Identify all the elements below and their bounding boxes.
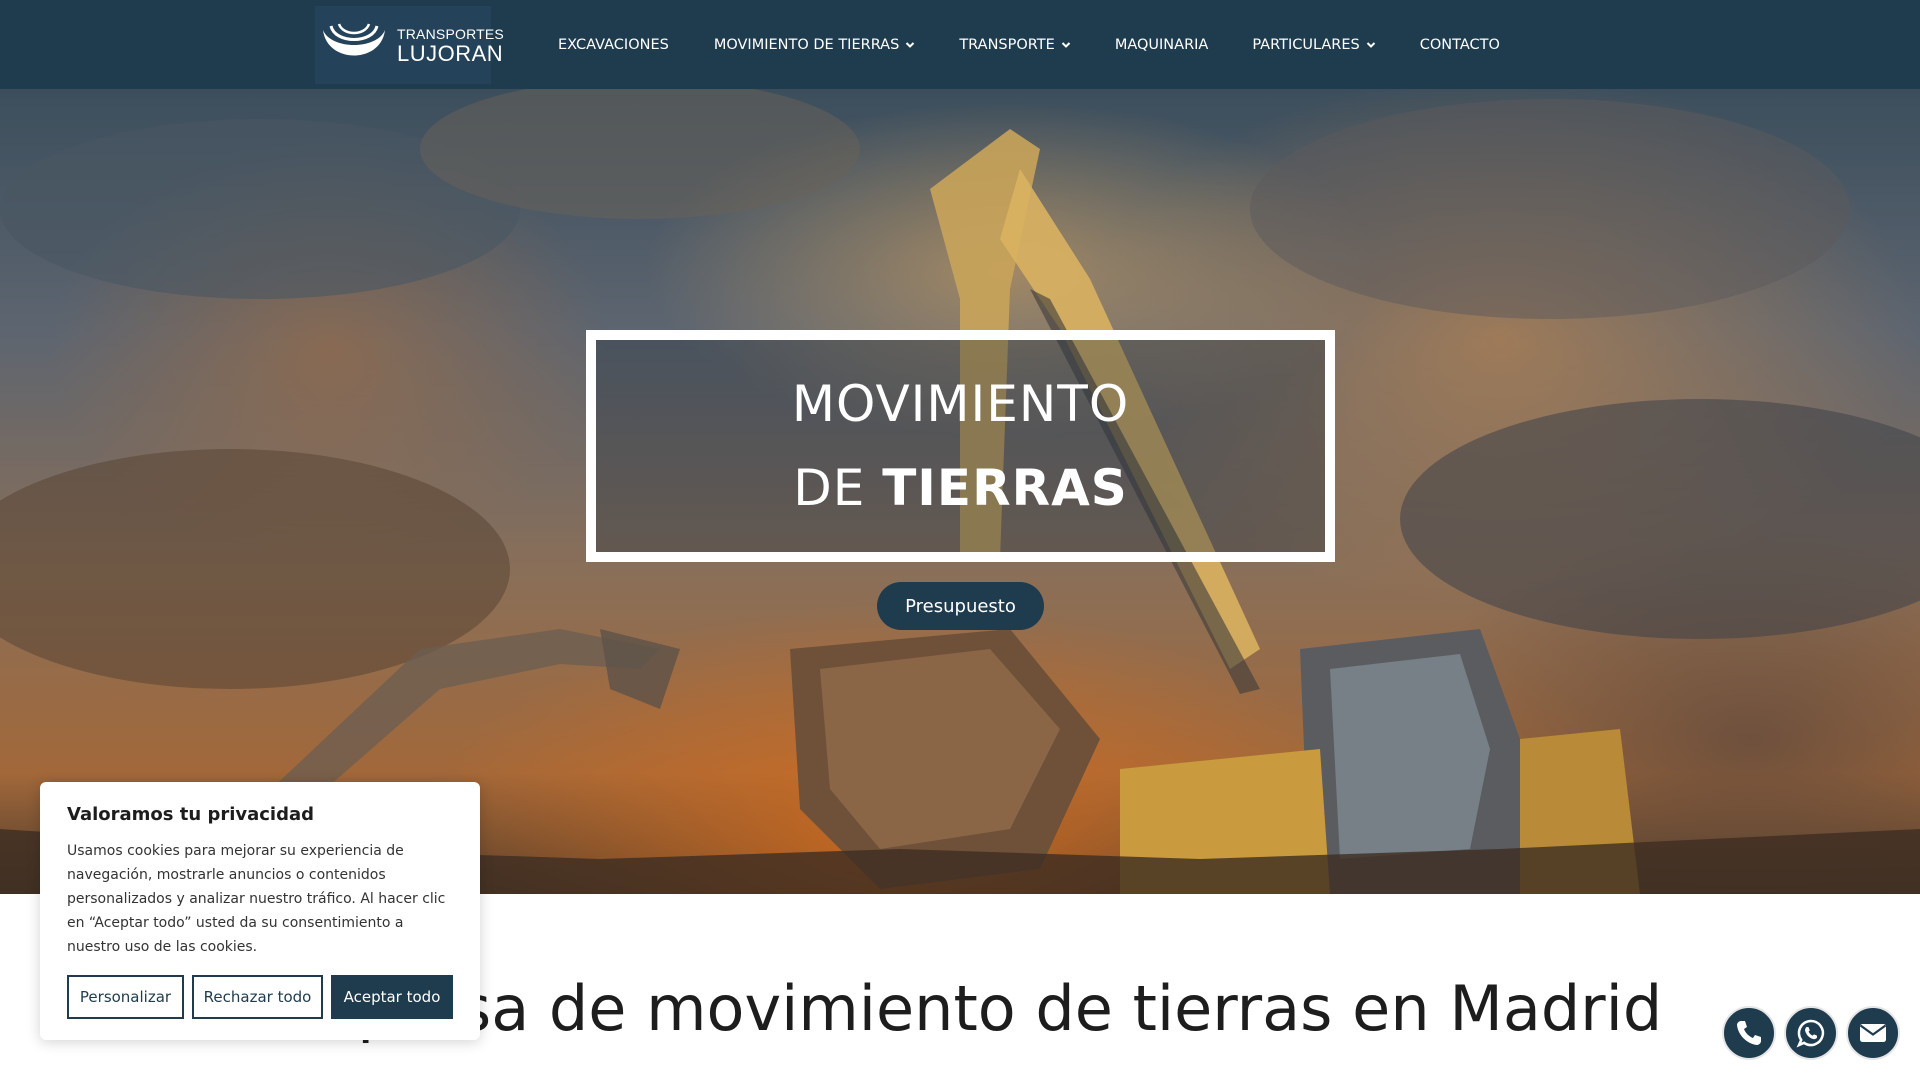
- mail-button[interactable]: [1846, 1006, 1900, 1060]
- nav-item-contacto[interactable]: CONTACTO: [1420, 37, 1500, 53]
- hero-banner: MOVIMIENTO DE TIERRAS Presupuesto: [0, 89, 1920, 894]
- cookie-consent-banner: Valoramos tu privacidad Usamos cookies p…: [40, 782, 480, 1040]
- nav-item-label: TRANSPORTE: [959, 36, 1055, 53]
- nav-item-label: CONTACTO: [1419, 36, 1500, 53]
- hero-title-line1: MOVIMIENTO: [791, 375, 1130, 433]
- nav-item-movimiento-de-tierras[interactable]: MOVIMIENTO DE TIERRAS: [714, 37, 915, 53]
- hero-title-line2: DE TIERRAS: [793, 446, 1128, 530]
- customize-button[interactable]: Personalizar: [67, 975, 184, 1019]
- cookie-buttons: Personalizar Rechazar todo Aceptar todo: [67, 975, 453, 1019]
- hero-title-line2-regular: DE: [793, 459, 883, 517]
- main-nav: EXCAVACIONES MOVIMIENTO DE TIERRAS TRANS…: [558, 0, 1500, 89]
- nav-item-label: MOVIMIENTO DE TIERRAS: [713, 36, 900, 53]
- reject-all-button[interactable]: Rechazar todo: [192, 975, 323, 1019]
- nav-item-label: EXCAVACIONES: [558, 36, 669, 53]
- whatsapp-icon: [1796, 1019, 1825, 1048]
- phone-icon: [1737, 1021, 1761, 1045]
- hero-title-line2-bold: TIERRAS: [882, 459, 1128, 517]
- accept-all-button[interactable]: Aceptar todo: [331, 975, 453, 1019]
- nav-item-excavaciones[interactable]: EXCAVACIONES: [558, 37, 669, 53]
- nav-item-label: MAQUINARIA: [1114, 36, 1209, 53]
- quote-button[interactable]: Presupuesto: [877, 582, 1044, 630]
- nav-item-maquinaria[interactable]: MAQUINARIA: [1115, 37, 1209, 53]
- whatsapp-button[interactable]: [1784, 1006, 1838, 1060]
- phone-button[interactable]: [1722, 1006, 1776, 1060]
- cookie-title: Valoramos tu privacidad: [67, 804, 315, 825]
- nav-item-transporte[interactable]: TRANSPORTE: [959, 37, 1071, 53]
- chevron-down-icon: [906, 41, 915, 48]
- logo-line2: LUJORAN: [397, 41, 504, 66]
- logo[interactable]: TRANSPORTES LUJORAN: [315, 6, 504, 84]
- cookie-text: Usamos cookies para mejorar su experienc…: [67, 843, 446, 955]
- logo-mark-icon: [323, 23, 385, 56]
- nav-item-label: PARTICULARES: [1252, 36, 1360, 53]
- site-header: TRANSPORTES LUJORAN EXCAVACIONES MOVIMIE…: [0, 0, 1920, 89]
- hero-title-box: MOVIMIENTO DE TIERRAS: [586, 330, 1335, 562]
- mail-icon: [1859, 1024, 1887, 1042]
- chevron-down-icon: [1366, 41, 1375, 48]
- nav-item-particulares[interactable]: PARTICULARES: [1252, 37, 1375, 53]
- logo-text: TRANSPORTES LUJORAN: [397, 26, 504, 66]
- logo-line1: TRANSPORTES: [397, 26, 504, 42]
- chevron-down-icon: [1061, 41, 1071, 48]
